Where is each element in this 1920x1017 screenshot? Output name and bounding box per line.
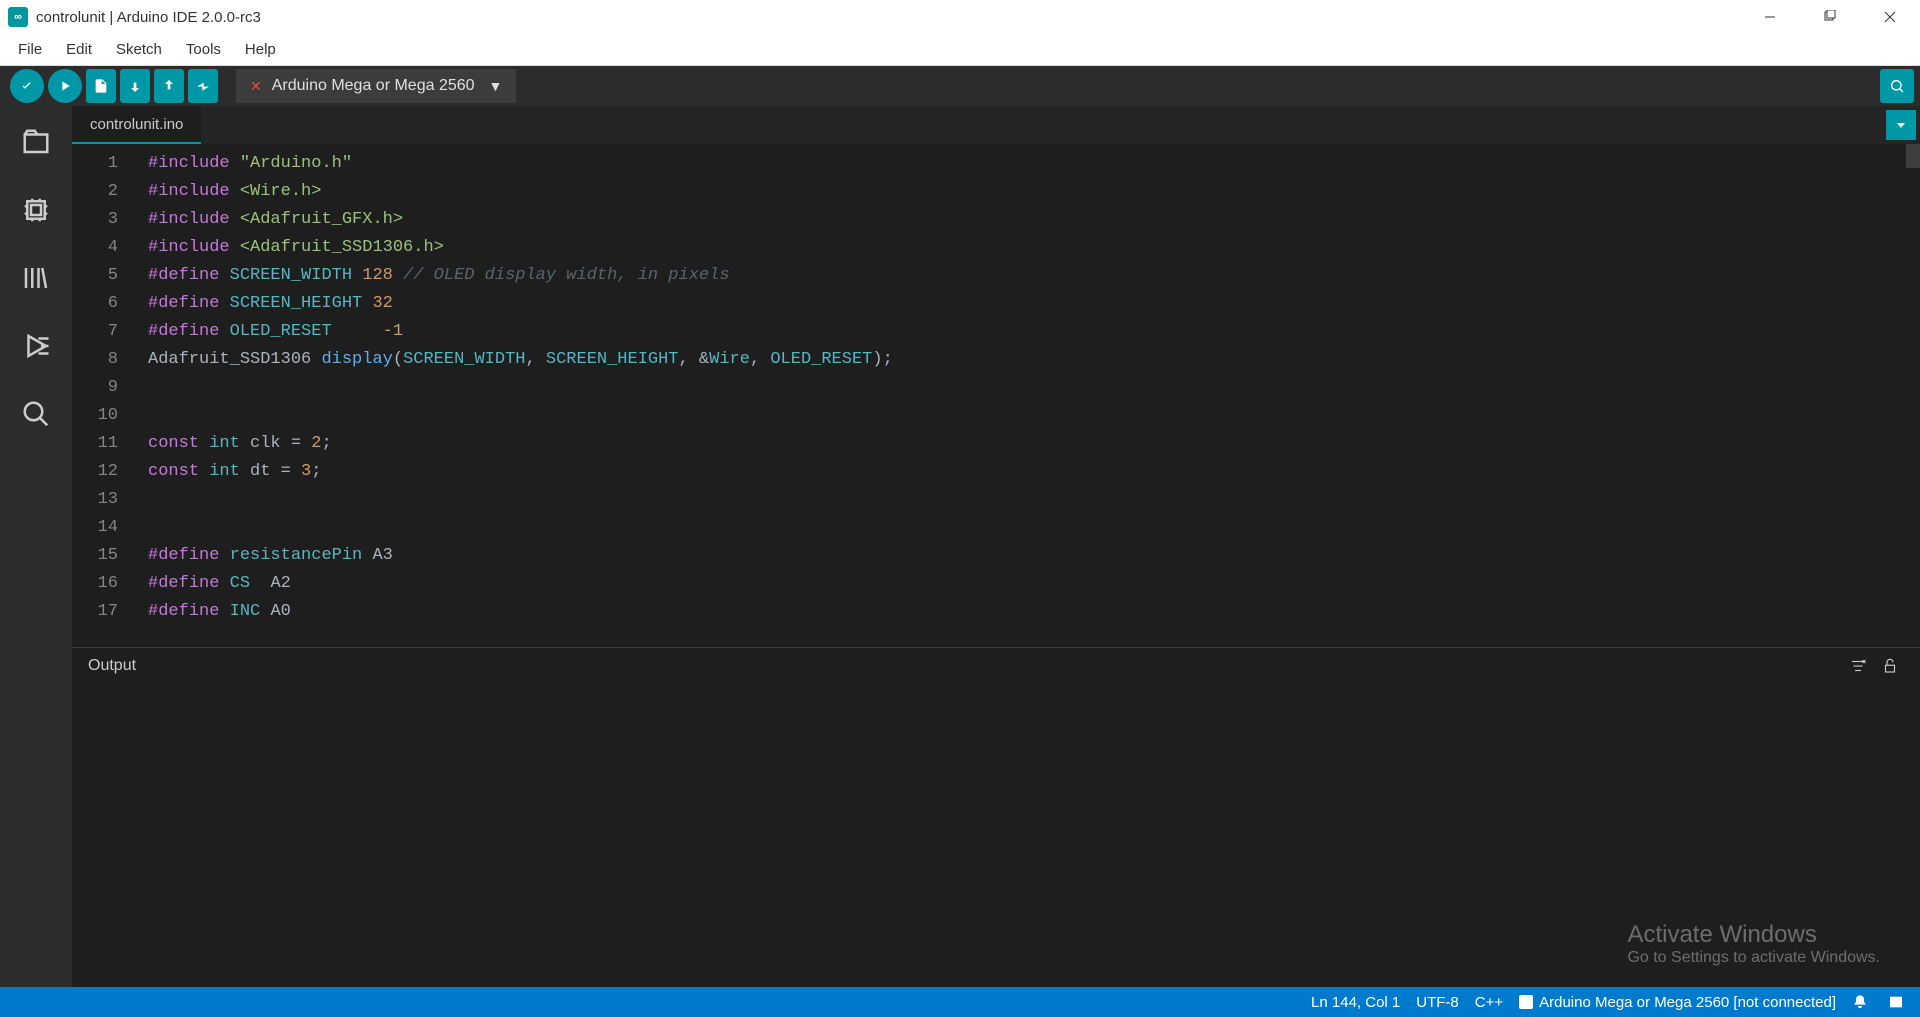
explorer-icon[interactable] xyxy=(14,120,58,164)
open-sketch-button[interactable] xyxy=(120,69,150,103)
code-line[interactable]: #define SCREEN_WIDTH 128 // OLED display… xyxy=(148,262,893,290)
status-encoding[interactable]: UTF-8 xyxy=(1416,994,1459,1011)
status-cursor-position[interactable]: Ln 144, Col 1 xyxy=(1311,994,1400,1011)
status-board[interactable]: Arduino Mega or Mega 2560 [not connected… xyxy=(1519,994,1836,1011)
watermark-subtitle: Go to Settings to activate Windows. xyxy=(1627,949,1880,967)
line-number: 14 xyxy=(72,514,136,542)
code-line[interactable]: const int dt = 3; xyxy=(148,458,893,486)
arduino-app-icon: ∞ xyxy=(8,7,28,27)
menu-sketch[interactable]: Sketch xyxy=(104,34,174,66)
line-number: 13 xyxy=(72,486,136,514)
serial-plotter-button[interactable] xyxy=(1880,69,1914,103)
activity-sidebar xyxy=(0,106,72,987)
close-button[interactable] xyxy=(1860,0,1920,34)
chevron-down-icon: ▼ xyxy=(489,78,503,94)
line-number: 5 xyxy=(72,262,136,290)
line-number: 10 xyxy=(72,402,136,430)
line-number: 2 xyxy=(72,178,136,206)
tab-overflow-button[interactable] xyxy=(1886,110,1916,140)
status-language[interactable]: C++ xyxy=(1475,994,1503,1011)
code-line[interactable]: #include "Arduino.h" xyxy=(148,150,893,178)
line-number: 6 xyxy=(72,290,136,318)
output-lock-icon[interactable] xyxy=(1876,652,1904,680)
watermark-title: Activate Windows xyxy=(1627,921,1880,949)
status-close-panel-icon[interactable] xyxy=(1888,994,1908,1010)
boards-manager-icon[interactable] xyxy=(14,188,58,232)
new-sketch-button[interactable] xyxy=(86,69,116,103)
code-line[interactable]: #include <Wire.h> xyxy=(148,178,893,206)
line-number: 12 xyxy=(72,458,136,486)
board-selector[interactable]: ✕ Arduino Mega or Mega 2560 ▼ xyxy=(236,69,516,103)
code-line[interactable] xyxy=(148,514,893,542)
menu-tools[interactable]: Tools xyxy=(174,34,233,66)
code-line[interactable]: #define CS A2 xyxy=(148,570,893,598)
debug-button[interactable] xyxy=(188,69,218,103)
main-area: controlunit.ino 123456789101112131415161… xyxy=(0,106,1920,987)
code-line[interactable] xyxy=(148,374,893,402)
window-title: controlunit | Arduino IDE 2.0.0-rc3 xyxy=(36,9,261,26)
menu-edit[interactable]: Edit xyxy=(54,34,104,66)
minimize-button[interactable] xyxy=(1740,0,1800,34)
code-line[interactable]: #define INC A0 xyxy=(148,598,893,626)
status-notifications-icon[interactable] xyxy=(1852,994,1872,1010)
title-bar: ∞ controlunit | Arduino IDE 2.0.0-rc3 xyxy=(0,0,1920,34)
line-number: 1 xyxy=(72,150,136,178)
line-number: 17 xyxy=(72,598,136,626)
code-editor[interactable]: 1234567891011121314151617 #include "Ardu… xyxy=(72,144,1920,647)
menu-bar: File Edit Sketch Tools Help xyxy=(0,34,1920,66)
line-number: 15 xyxy=(72,542,136,570)
output-header: Output xyxy=(72,648,1920,684)
code-line[interactable] xyxy=(148,486,893,514)
library-manager-icon[interactable] xyxy=(14,256,58,300)
code-line[interactable]: #include <Adafruit_GFX.h> xyxy=(148,206,893,234)
code-line[interactable] xyxy=(148,402,893,430)
board-selector-label: Arduino Mega or Mega 2560 xyxy=(272,77,475,95)
editor-tabs: controlunit.ino xyxy=(72,106,1920,144)
line-number-gutter: 1234567891011121314151617 xyxy=(72,144,136,647)
line-number: 7 xyxy=(72,318,136,346)
code-line[interactable]: #define SCREEN_HEIGHT 32 xyxy=(148,290,893,318)
search-icon[interactable] xyxy=(14,392,58,436)
output-panel: Output Activate Windows Go to Settings t… xyxy=(72,647,1920,987)
toolbar: ✕ Arduino Mega or Mega 2560 ▼ xyxy=(0,66,1920,106)
line-number: 16 xyxy=(72,570,136,598)
menu-help[interactable]: Help xyxy=(233,34,288,66)
editor-area: controlunit.ino 123456789101112131415161… xyxy=(72,106,1920,987)
line-number: 8 xyxy=(72,346,136,374)
output-label: Output xyxy=(88,657,136,675)
code-line[interactable]: #include <Adafruit_SSD1306.h> xyxy=(148,234,893,262)
disconnected-icon: ✕ xyxy=(250,78,262,95)
line-number: 11 xyxy=(72,430,136,458)
code-content[interactable]: #include "Arduino.h"#include <Wire.h>#in… xyxy=(136,144,893,647)
code-line[interactable]: #define resistancePin A3 xyxy=(148,542,893,570)
verify-button[interactable] xyxy=(10,69,44,103)
save-sketch-button[interactable] xyxy=(154,69,184,103)
line-number: 9 xyxy=(72,374,136,402)
status-bar: Ln 144, Col 1 UTF-8 C++ Arduino Mega or … xyxy=(0,987,1920,1017)
status-board-label: Arduino Mega or Mega 2560 [not connected… xyxy=(1539,994,1836,1011)
windows-activation-watermark: Activate Windows Go to Settings to activ… xyxy=(1627,921,1880,967)
output-filter-icon[interactable] xyxy=(1844,652,1872,680)
scroll-thumb[interactable] xyxy=(1906,144,1920,168)
line-number: 3 xyxy=(72,206,136,234)
debug-icon[interactable] xyxy=(14,324,58,368)
plug-icon xyxy=(1519,995,1533,1009)
menu-file[interactable]: File xyxy=(6,34,54,66)
minimap-scrollbar[interactable] xyxy=(1906,144,1920,647)
code-line[interactable]: const int clk = 2; xyxy=(148,430,893,458)
maximize-button[interactable] xyxy=(1800,0,1860,34)
output-content: Activate Windows Go to Settings to activ… xyxy=(72,684,1920,987)
upload-button[interactable] xyxy=(48,69,82,103)
code-line[interactable]: Adafruit_SSD1306 display(SCREEN_WIDTH, S… xyxy=(148,346,893,374)
line-number: 4 xyxy=(72,234,136,262)
code-line[interactable]: #define OLED_RESET -1 xyxy=(148,318,893,346)
tab-controlunit[interactable]: controlunit.ino xyxy=(72,106,201,144)
